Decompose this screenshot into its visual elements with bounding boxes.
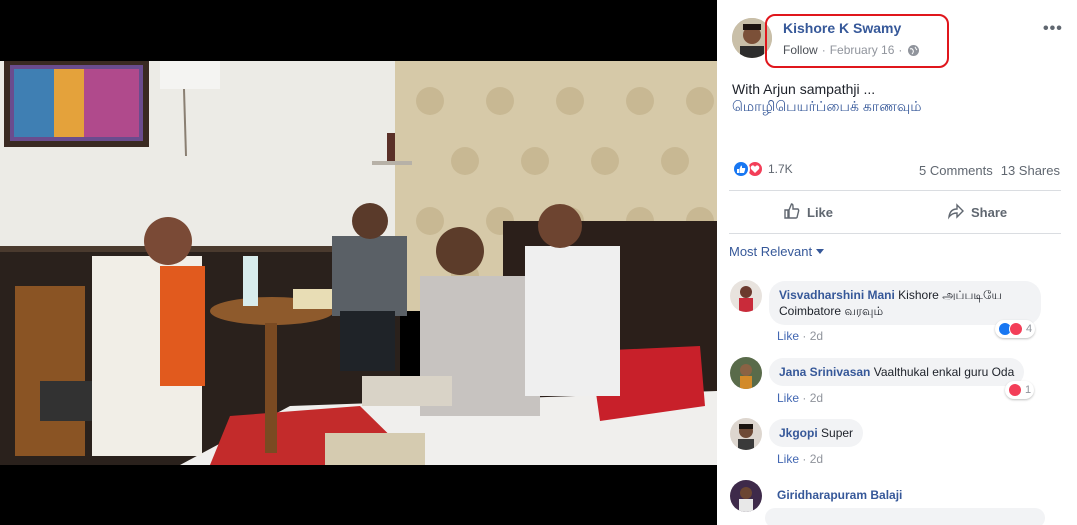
comment-bubble: Jkgopi Super bbox=[769, 419, 864, 447]
comment-text: Kishore அப்படியே bbox=[898, 288, 1002, 302]
like-label: Like bbox=[807, 205, 834, 220]
thumbs-up-icon bbox=[732, 160, 750, 178]
comment-text: Super bbox=[821, 426, 854, 440]
reactions-summary[interactable]: 1.7K bbox=[732, 160, 793, 178]
commenter-name[interactable]: Visvadharshini Mani bbox=[779, 288, 895, 302]
see-translation-link[interactable]: மொழிபெயர்ப்பைக் காணவும் bbox=[732, 98, 922, 117]
share-button[interactable]: Share bbox=[947, 202, 1007, 223]
comment-actions: Like · 2d bbox=[777, 391, 823, 405]
post-panel: Kishore K Swamy Follow · February 16 · •… bbox=[717, 0, 1077, 525]
more-dots-icon[interactable]: ••• bbox=[1043, 20, 1063, 38]
post-photo[interactable] bbox=[0, 61, 717, 465]
comments-count[interactable]: 5 Comments bbox=[919, 163, 993, 178]
reaction-count: 1.7K bbox=[768, 162, 793, 176]
comment-time[interactable]: 2d bbox=[810, 391, 823, 405]
heart-icon bbox=[1008, 383, 1022, 397]
avatar[interactable] bbox=[730, 480, 762, 512]
engagement-counts: 5 Comments 13 Shares bbox=[919, 163, 1060, 178]
comment-time[interactable]: 2d bbox=[810, 452, 823, 466]
comment-reactions[interactable]: 4 bbox=[995, 320, 1036, 338]
commenter-name[interactable]: Giridharapuram Balaji bbox=[777, 488, 902, 502]
photo-viewer bbox=[0, 0, 717, 525]
comment-like-link[interactable]: Like bbox=[777, 452, 799, 466]
author-highlight-annotation bbox=[765, 14, 949, 68]
comment-reaction-count: 4 bbox=[1026, 323, 1033, 335]
comment-text: Coimbatore வரவும் bbox=[779, 304, 884, 318]
thumbs-up-outline-icon bbox=[783, 202, 801, 223]
heart-icon bbox=[1009, 322, 1023, 336]
commenter-name[interactable]: Jkgopi bbox=[779, 426, 818, 440]
comment-sort-dropdown[interactable]: Most Relevant bbox=[729, 244, 825, 259]
comment-reactions[interactable]: 1 bbox=[1005, 381, 1035, 399]
comment-actions: Like · 2d bbox=[777, 452, 823, 466]
share-label: Share bbox=[971, 205, 1008, 220]
avatar[interactable] bbox=[730, 357, 762, 389]
divider bbox=[729, 233, 1061, 234]
chevron-down-icon bbox=[816, 249, 825, 254]
commenter-name[interactable]: Jana Srinivasan bbox=[779, 365, 870, 379]
dot-separator: · bbox=[802, 452, 807, 466]
share-arrow-icon bbox=[947, 202, 965, 223]
dot-separator: · bbox=[802, 391, 807, 405]
post-text: With Arjun sampathji ... bbox=[732, 81, 876, 97]
like-button[interactable]: Like bbox=[783, 202, 833, 223]
comment-reaction-count: 1 bbox=[1025, 384, 1032, 396]
comment-actions: Like · 2d bbox=[777, 329, 823, 343]
comment-bubble: Visvadharshini Mani Kishore அப்படியே Coi… bbox=[769, 281, 1041, 325]
shares-count[interactable]: 13 Shares bbox=[1001, 163, 1060, 178]
divider bbox=[729, 190, 1061, 191]
dot-separator: · bbox=[802, 329, 807, 343]
comment-bubble bbox=[765, 508, 1045, 525]
comment-like-link[interactable]: Like bbox=[777, 329, 799, 343]
comment-text: Vaalthukal enkal guru Oda bbox=[873, 365, 1015, 379]
avatar[interactable] bbox=[730, 280, 762, 312]
avatar[interactable] bbox=[730, 418, 762, 450]
comment-bubble: Jana Srinivasan Vaalthukal enkal guru Od… bbox=[769, 358, 1025, 386]
comment-time[interactable]: 2d bbox=[810, 329, 823, 343]
sort-label: Most Relevant bbox=[729, 244, 813, 259]
comment-like-link[interactable]: Like bbox=[777, 391, 799, 405]
